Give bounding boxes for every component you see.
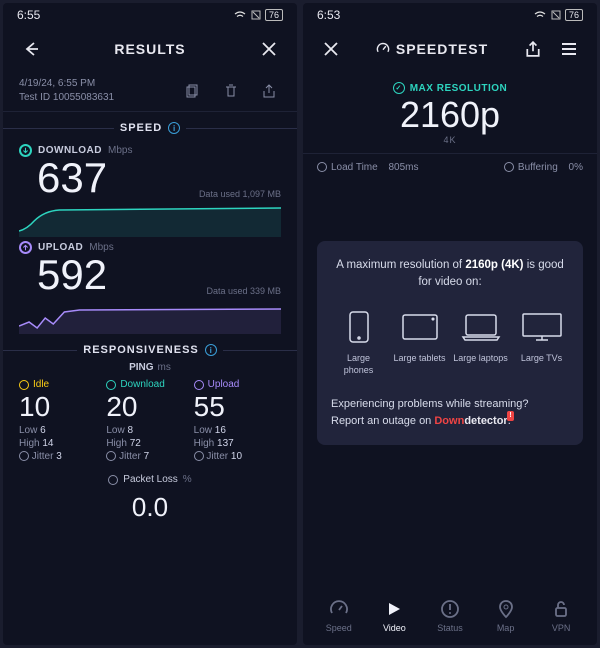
- info-icon[interactable]: i: [205, 344, 217, 356]
- ping-ring-icon: [106, 380, 116, 390]
- close-icon: [261, 41, 277, 57]
- upload-chart: [19, 298, 281, 334]
- ping-value: 20: [106, 392, 193, 423]
- video-test-screen: 6:53 76 SPEEDTEST MAX RESOLUTION 2160p 4…: [303, 3, 597, 645]
- device-grid: Large phonesLarge tabletsLarge laptopsLa…: [331, 307, 569, 376]
- device-item: Large phones: [331, 307, 386, 376]
- hamburger-icon: [561, 42, 577, 56]
- wifi-icon: [533, 10, 547, 20]
- max-resolution-value: 2160p: [303, 95, 597, 135]
- check-icon: [393, 82, 405, 94]
- device-item: Large laptops: [453, 307, 508, 376]
- speedtest-logo-icon: [376, 42, 390, 56]
- status-time: 6:55: [17, 8, 40, 22]
- jitter-icon: [106, 451, 116, 461]
- download-chart: [19, 201, 281, 237]
- device-card: A maximum resolution of 2160p (4K) is go…: [317, 241, 583, 446]
- device-icon: [396, 307, 444, 347]
- brand: SPEEDTEST: [343, 41, 521, 57]
- ping-ring-icon: [194, 380, 204, 390]
- nav-video[interactable]: Video: [367, 597, 423, 633]
- device-icon: [335, 307, 383, 347]
- buffer-icon: [504, 162, 514, 172]
- test-id: Test ID 10055083631: [19, 91, 114, 105]
- load-icon: [317, 162, 327, 172]
- copy-icon: [186, 84, 200, 98]
- nav-icon: [367, 597, 423, 621]
- device-icon: [457, 307, 505, 347]
- jitter-icon: [19, 451, 29, 461]
- ping-value: 10: [19, 392, 106, 423]
- back-button[interactable]: [19, 37, 43, 61]
- ping-grid: Idle10Low 6High 14 Jitter 3Download20Low…: [3, 379, 297, 462]
- download-block: DOWNLOAD Mbps 637 Data used 1,097 MB: [3, 140, 297, 237]
- results-screen: 6:55 76 RESULTS 4/19/24, 6:55 PM Test ID…: [3, 3, 297, 645]
- close-icon: [323, 41, 339, 57]
- ping-col-download: Download20Low 8High 72 Jitter 7: [106, 379, 193, 462]
- speed-section-header: SPEED i: [3, 112, 297, 140]
- outage-text: Experiencing problems while streaming? R…: [331, 396, 569, 429]
- share-icon: [262, 84, 276, 98]
- share-button[interactable]: [521, 37, 545, 61]
- nav-icon: [311, 597, 367, 621]
- nav-map[interactable]: Map: [478, 597, 534, 633]
- load-buffer-row: Load Time 805ms Buffering 0%: [303, 154, 597, 181]
- meta-actions: [181, 79, 281, 103]
- status-indicators: 76: [533, 9, 583, 21]
- download-icon: [19, 144, 32, 157]
- no-sim-icon: [251, 10, 261, 20]
- test-meta: 4/19/24, 6:55 PM Test ID 10055083631: [3, 71, 297, 112]
- close-button[interactable]: [319, 37, 343, 61]
- ping-header: PING ms: [3, 362, 297, 373]
- trash-icon: [224, 84, 238, 98]
- ping-ring-icon: [19, 380, 29, 390]
- nav-icon: [478, 597, 534, 621]
- ping-col-idle: Idle10Low 6High 14 Jitter 3: [19, 379, 106, 462]
- ping-value: 55: [194, 392, 281, 423]
- battery-indicator: 76: [265, 9, 283, 21]
- battery-indicator: 76: [565, 9, 583, 21]
- nav-icon: [533, 597, 589, 621]
- device-icon: [518, 307, 566, 347]
- page-title: RESULTS: [43, 41, 257, 57]
- device-item: Large tablets: [392, 307, 447, 376]
- nav-vpn[interactable]: VPN: [533, 597, 589, 633]
- wifi-icon: [233, 10, 247, 20]
- ping-col-upload: Upload55Low 16High 137 Jitter 10: [194, 379, 281, 462]
- max-resolution-block: MAX RESOLUTION 2160p 4K: [303, 71, 597, 154]
- menu-button[interactable]: [557, 37, 581, 61]
- responsiveness-section-header: RESPONSIVENESS i: [3, 334, 297, 362]
- jitter-icon: [194, 451, 204, 461]
- device-card-text: A maximum resolution of 2160p (4K) is go…: [331, 257, 569, 292]
- close-button[interactable]: [257, 37, 281, 61]
- arrow-left-icon: [22, 40, 40, 58]
- packet-icon: [108, 475, 118, 485]
- max-resolution-sub: 4K: [303, 135, 597, 145]
- header: RESULTS: [3, 27, 297, 71]
- no-sim-icon: [551, 10, 561, 20]
- copy-button[interactable]: [181, 79, 205, 103]
- share-icon: [525, 41, 541, 57]
- status-bar: 6:55 76: [3, 3, 297, 27]
- status-indicators: 76: [233, 9, 283, 21]
- packet-loss-block: Packet Loss % 0.0: [3, 462, 297, 533]
- load-time: Load Time 805ms: [317, 162, 419, 173]
- upload-icon: [19, 241, 32, 254]
- upload-block: UPLOAD Mbps 592 Data used 339 MB: [3, 237, 297, 334]
- delete-button[interactable]: [219, 79, 243, 103]
- info-icon[interactable]: i: [168, 122, 180, 134]
- packet-loss-value: 0.0: [3, 492, 297, 523]
- test-date: 4/19/24, 6:55 PM: [19, 77, 114, 91]
- share-button[interactable]: [257, 79, 281, 103]
- device-item: Large TVs: [514, 307, 569, 376]
- header: SPEEDTEST: [303, 27, 597, 71]
- status-time: 6:53: [317, 8, 340, 22]
- nav-icon: [422, 597, 478, 621]
- nav-status[interactable]: Status: [422, 597, 478, 633]
- downdetector-link[interactable]: Downdetector!: [434, 415, 507, 427]
- nav-speed[interactable]: Speed: [311, 597, 367, 633]
- status-bar: 6:53 76: [303, 3, 597, 27]
- bottom-nav: SpeedVideoStatusMapVPN: [303, 585, 597, 645]
- buffering: Buffering 0%: [504, 162, 583, 173]
